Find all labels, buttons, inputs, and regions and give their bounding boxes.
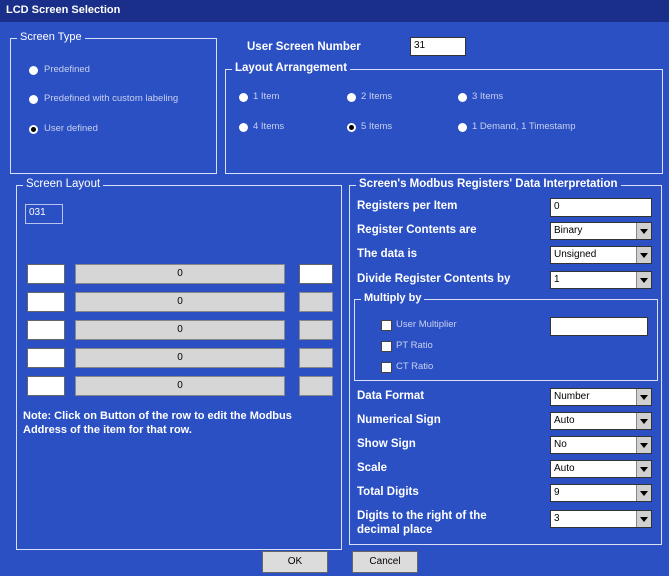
screen-type-title: Screen Type (17, 31, 85, 43)
row-5-button[interactable]: 0 (75, 376, 285, 396)
total-digits-dropdown[interactable]: 9 (550, 484, 652, 502)
multiply-by-title: Multiply by (361, 292, 425, 304)
label-predefined: Predefined (44, 64, 90, 75)
ok-button[interactable]: OK (262, 551, 328, 573)
row-4-button[interactable]: 0 (75, 348, 285, 368)
pt-ratio-label: PT Ratio (396, 340, 433, 351)
user-multiplier-checkbox[interactable] (381, 320, 392, 331)
label-1-item: 1 Item (253, 91, 280, 102)
radio-1-item[interactable] (239, 93, 248, 102)
row-5-left-box[interactable] (27, 376, 65, 396)
numerical-sign-label: Numerical Sign (357, 414, 441, 426)
label-4-items: 4 Items (253, 121, 285, 132)
radio-predefined[interactable] (29, 66, 38, 75)
cancel-button[interactable]: Cancel (352, 551, 418, 573)
row-3-left-box[interactable] (27, 320, 65, 340)
row-1-right-box[interactable] (299, 264, 333, 284)
total-digits-value: 9 (554, 487, 560, 498)
total-digits-label: Total Digits (357, 486, 419, 498)
label-demand-timestamp: 1 Demand, 1 Timestamp (472, 121, 576, 132)
show-sign-label: Show Sign (357, 438, 416, 450)
row-2-right-box (299, 292, 333, 312)
show-sign-value: No (554, 439, 567, 450)
row-5-right-box (299, 376, 333, 396)
screen-layout-title: Screen Layout (23, 178, 104, 190)
window-title: LCD Screen Selection (6, 4, 121, 16)
divide-by-value: 1 (554, 274, 560, 285)
radio-predefined-custom[interactable] (29, 95, 38, 104)
scale-label: Scale (357, 462, 388, 474)
divide-by-dropdown[interactable]: 1 (550, 271, 652, 289)
screen-layout-note: Note: Click on Button of the row to edit… (23, 410, 292, 436)
user-screen-number-label: User Screen Number (247, 41, 361, 53)
screen-layout-group: Screen Layout 031 0 0 0 0 0 Note: Click … (16, 178, 342, 550)
title-bar: LCD Screen Selection (0, 0, 669, 22)
layout-arrangement-title: Layout Arrangement (232, 62, 351, 74)
interpretation-group: Screen's Modbus Registers' Data Interpre… (349, 178, 662, 545)
multiplier-input[interactable] (550, 317, 648, 336)
radio-3-items[interactable] (458, 93, 467, 102)
chevron-down-icon[interactable] (636, 389, 651, 405)
digits-right-dropdown[interactable]: 3 (550, 510, 652, 528)
interpretation-title: Screen's Modbus Registers' Data Interpre… (356, 178, 621, 190)
radio-2-items[interactable] (347, 93, 356, 102)
row-4-right-box (299, 348, 333, 368)
show-sign-dropdown[interactable]: No (550, 436, 652, 454)
user-multiplier-label: User Multiplier (396, 319, 457, 330)
label-2-items: 2 Items (361, 91, 393, 102)
radio-4-items[interactable] (239, 123, 248, 132)
data-format-dropdown[interactable]: Number (550, 388, 652, 406)
data-is-dropdown[interactable]: Unsigned (550, 246, 652, 264)
digits-right-label-line1: Digits to the right of the (357, 510, 487, 522)
data-is-label: The data is (357, 248, 418, 260)
data-format-label: Data Format (357, 390, 425, 402)
register-contents-label: Register Contents are (357, 224, 477, 236)
radio-demand-timestamp[interactable] (458, 123, 467, 132)
chevron-down-icon[interactable] (636, 461, 651, 477)
chevron-down-icon[interactable] (636, 272, 651, 288)
row-2-left-box[interactable] (27, 292, 65, 312)
layout-arrangement-group: Layout Arrangement 1 Item 2 Items 3 Item… (225, 62, 663, 174)
register-contents-dropdown[interactable]: Binary (550, 222, 652, 240)
row-3-button[interactable]: 0 (75, 320, 285, 340)
row-4-left-box[interactable] (27, 348, 65, 368)
chevron-down-icon[interactable] (636, 437, 651, 453)
radio-user-defined[interactable] (29, 125, 38, 134)
digits-right-label-line2: decimal place (357, 524, 433, 536)
scale-dropdown[interactable]: Auto (550, 460, 652, 478)
chevron-down-icon[interactable] (636, 485, 651, 501)
chevron-down-icon[interactable] (636, 511, 651, 527)
data-format-value: Number (554, 391, 590, 402)
data-is-value: Unsigned (554, 249, 597, 260)
radio-5-items[interactable] (347, 123, 356, 132)
multiply-by-group: Multiply by User Multiplier PT Ratio CT … (354, 292, 658, 381)
label-predefined-custom: Predefined with custom labeling (44, 93, 179, 104)
numerical-sign-dropdown[interactable]: Auto (550, 412, 652, 430)
digits-right-value: 3 (554, 513, 560, 524)
chevron-down-icon[interactable] (636, 223, 651, 239)
register-contents-value: Binary (554, 225, 583, 236)
label-5-items: 5 Items (361, 121, 393, 132)
row-2-button[interactable]: 0 (75, 292, 285, 312)
numerical-sign-value: Auto (554, 415, 575, 426)
chevron-down-icon[interactable] (636, 247, 651, 263)
pt-ratio-checkbox[interactable] (381, 341, 392, 352)
ct-ratio-checkbox[interactable] (381, 362, 392, 373)
ct-ratio-label: CT Ratio (396, 361, 434, 372)
registers-per-item-label: Registers per Item (357, 200, 458, 212)
lcd-screen-selection-window: LCD Screen Selection Screen Type Predefi… (0, 0, 669, 576)
registers-per-item-input[interactable]: 0 (550, 198, 652, 217)
row-1-left-box[interactable] (27, 264, 65, 284)
label-3-items: 3 Items (472, 91, 504, 102)
row-1-button[interactable]: 0 (75, 264, 285, 284)
row-3-right-box (299, 320, 333, 340)
scale-value: Auto (554, 463, 575, 474)
screen-type-group: Screen Type Predefined Predefined with c… (10, 31, 217, 174)
user-screen-number-input[interactable]: 31 (410, 37, 466, 56)
chevron-down-icon[interactable] (636, 413, 651, 429)
label-user-defined: User defined (44, 123, 98, 134)
screen-id-display: 031 (25, 204, 63, 224)
divide-by-label: Divide Register Contents by (357, 273, 511, 285)
